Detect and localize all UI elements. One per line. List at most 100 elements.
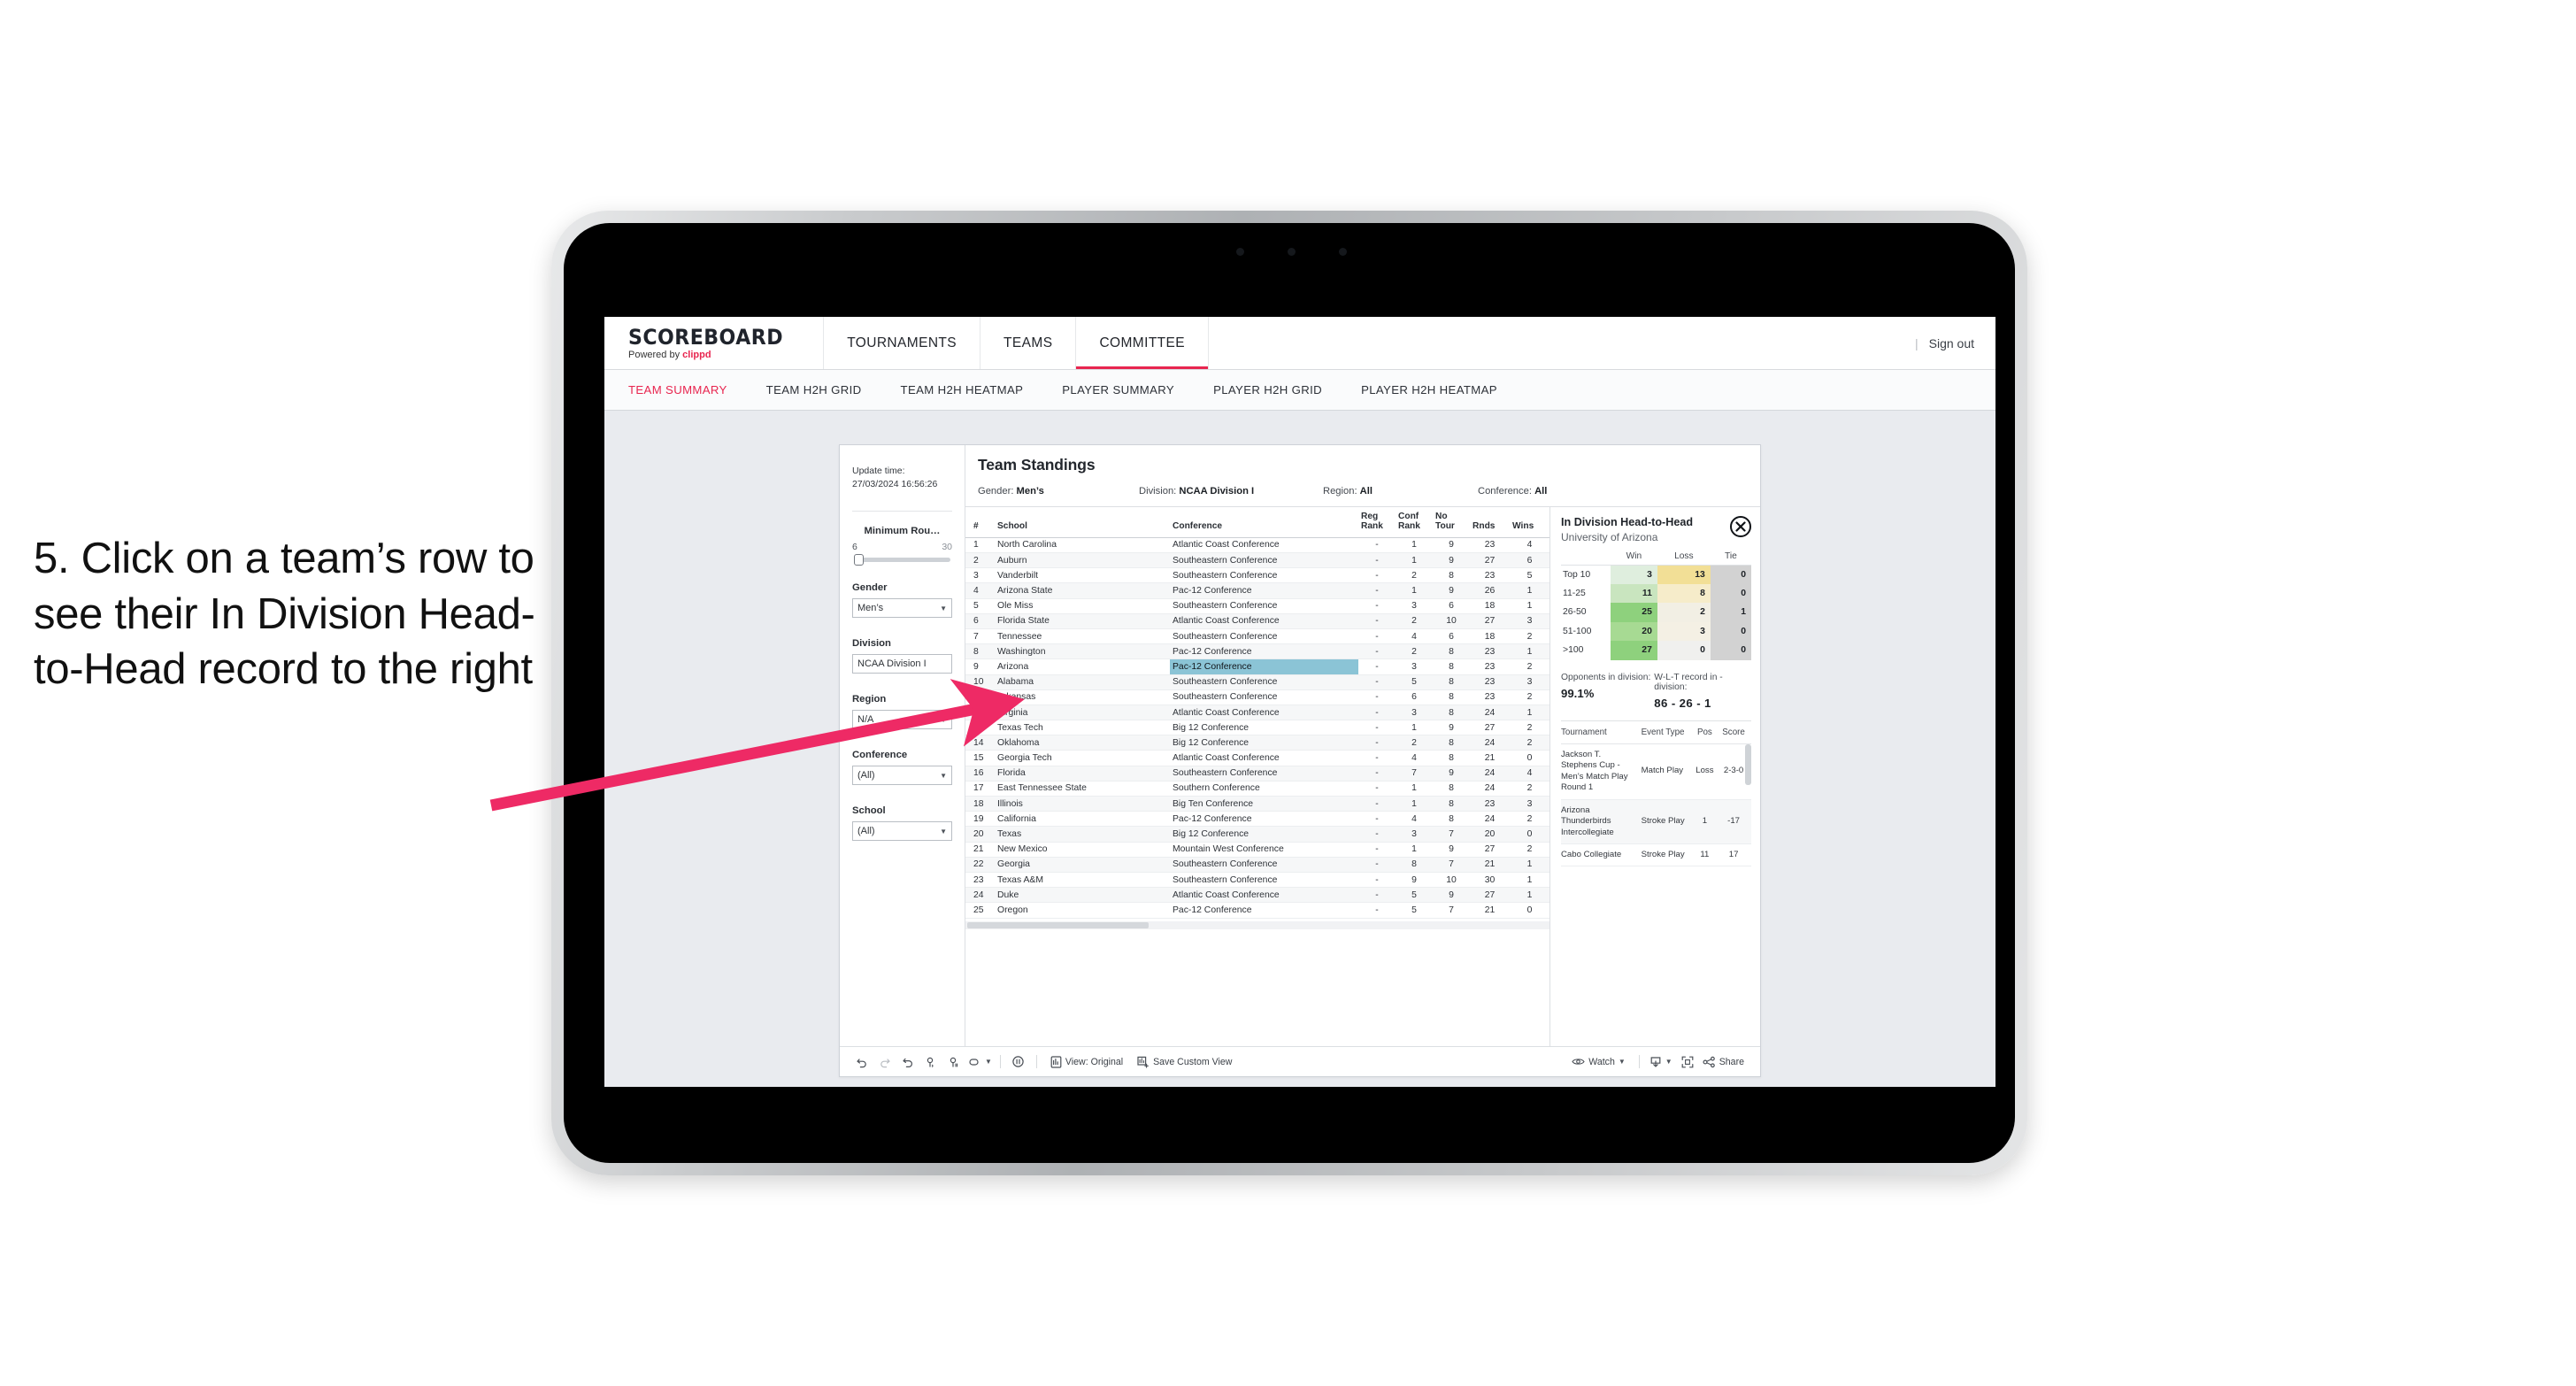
minimum-rounds-slider[interactable] [854, 554, 950, 566]
tournament-row[interactable]: Cabo Collegiate Stroke Play 11 17 [1561, 843, 1751, 867]
cell-school: Georgia Tech [995, 750, 1170, 766]
h2h-band-label: 11-25 [1561, 583, 1611, 604]
table-row[interactable]: 19 California Pac-12 Conference -4 8 24 2 [965, 811, 1549, 828]
table-row[interactable]: 7 Tennessee Southeastern Conference -4 6 18 2 [965, 628, 1549, 645]
table-row[interactable]: 20 Texas Big 12 Conference -3 7 20 0 [965, 826, 1549, 843]
share-button[interactable]: Share [1699, 1056, 1749, 1068]
horizontal-scrollbar[interactable] [965, 920, 1549, 929]
stat-opponents-in-division: Opponents in division: 99.1% [1561, 673, 1654, 710]
cell-rank: 11 [965, 689, 995, 705]
cell-wins: 5 [1510, 567, 1549, 584]
table-row[interactable]: 12 Virginia Atlantic Coast Conference -3 8 24… [965, 705, 1549, 721]
refresh-icon[interactable] [919, 1052, 942, 1072]
subtab-team-h2h-heatmap[interactable]: TEAM H2H HEATMAP [901, 383, 1043, 397]
table-row[interactable]: 25 Oregon Pac-12 Conference -5 7 21 0 [965, 902, 1549, 919]
table-row[interactable]: 23 Texas A&M Southeastern Conference -9 10 30… [965, 872, 1549, 889]
cell-rank: 4 [965, 582, 995, 599]
cell-school: Illinois [995, 796, 1170, 812]
stat-wlt-label: W-L-T record in -division: [1654, 672, 1723, 692]
camera-dot-3 [1339, 248, 1347, 256]
table-row[interactable]: 9 Arizona Pac-12 Conference -3 8 23 2 [965, 658, 1549, 675]
context-gender-key: Gender: [978, 486, 1017, 497]
undo-icon[interactable] [850, 1052, 873, 1072]
table-row[interactable]: 13 Texas Tech Big 12 Conference -1 9 27 2 [965, 720, 1549, 736]
table-row[interactable]: 22 Georgia Southeastern Conference -8 7 21 1 [965, 857, 1549, 873]
pause-auto-updates-icon[interactable] [1007, 1052, 1030, 1072]
table-row[interactable]: 14 Oklahoma Big 12 Conference -2 8 24 2 [965, 735, 1549, 751]
subtab-team-summary[interactable]: TEAM SUMMARY [628, 383, 747, 397]
table-row[interactable]: 6 Florida State Atlantic Coast Conference -… [965, 613, 1549, 629]
col-conf-rank[interactable]: Conf Rank [1396, 507, 1433, 538]
cell-wins: 0 [1510, 902, 1549, 919]
table-row[interactable]: 4 Arizona State Pac-12 Conference -1 9 26 1 [965, 582, 1549, 599]
table-row[interactable]: 18 Illinois Big Ten Conference -1 8 23 3 [965, 796, 1549, 812]
cell-rnds: 24 [1470, 811, 1510, 828]
view-original-button[interactable]: View: Original [1043, 1055, 1130, 1068]
watch-button[interactable]: Watch ▼ [1565, 1057, 1633, 1067]
slider-handle[interactable] [854, 554, 864, 566]
cell-school: Texas A&M [995, 872, 1170, 889]
context-gender: Gender: Men’s [978, 486, 1139, 497]
table-row[interactable]: 21 New Mexico Mountain West Conference -1 9 2… [965, 842, 1549, 858]
table-row[interactable]: 8 Washington Pac-12 Conference -2 8 23 1 [965, 643, 1549, 660]
save-custom-view-button[interactable]: Save Custom View [1130, 1056, 1239, 1068]
subtab-player-summary[interactable]: PLAYER SUMMARY [1062, 383, 1194, 397]
cell-conf-rank: 1 [1396, 781, 1433, 797]
scoreboard-logo[interactable]: SCOREBOARD Powered by clippd [604, 327, 823, 360]
cell-rank: 6 [965, 613, 995, 629]
col-conference[interactable]: Conference [1170, 507, 1358, 538]
sign-out-link[interactable]: Sign out [1929, 336, 1974, 350]
table-row[interactable]: 2 Auburn Southeastern Conference -1 9 27 6 [965, 552, 1549, 569]
nav-tab-tournaments[interactable]: TOURNAMENTS [823, 317, 980, 369]
table-row[interactable]: 24 Duke Atlantic Coast Conference -5 9 27 1 [965, 887, 1549, 904]
cell-reg-rank: - [1358, 872, 1396, 889]
cell-rank: 2 [965, 552, 995, 569]
pause-icon[interactable] [942, 1052, 965, 1072]
vertical-scrollbar[interactable] [1745, 743, 1751, 785]
h2h-loss-cell: 0 [1657, 641, 1711, 660]
h2h-col-loss: Loss [1657, 551, 1711, 566]
nav-tab-teams[interactable]: TEAMS [980, 317, 1075, 369]
nav-tab-committee[interactable]: COMMITTEE [1075, 317, 1210, 369]
cell-conf-rank: 4 [1396, 811, 1433, 828]
scrollbar-thumb[interactable] [967, 921, 1149, 928]
h2h-heatmap-head: Win Loss Tie [1561, 551, 1751, 566]
cell-conf-rank: 8 [1396, 857, 1433, 873]
col-rank[interactable]: # [965, 507, 995, 538]
col-wins[interactable]: Wins [1510, 507, 1549, 538]
table-row[interactable]: 15 Georgia Tech Atlantic Coast Conference -… [965, 750, 1549, 766]
subtab-player-h2h-grid[interactable]: PLAYER H2H GRID [1213, 383, 1342, 397]
table-row[interactable]: 11 Arkansas Southeastern Conference -6 8 23 2 [965, 689, 1549, 705]
close-icon[interactable] [1730, 516, 1751, 537]
tournament-row[interactable]: Arizona Thunderbirds Intercollegiate Stro… [1561, 799, 1751, 845]
table-row[interactable]: 3 Vanderbilt Southeastern Conference -2 8 23 5 [965, 567, 1549, 584]
h2h-header: In Division Head-to-Head University of A… [1561, 516, 1751, 543]
school-dropdown[interactable]: (All) ▼ [852, 821, 952, 842]
download-button[interactable]: ▼ [1646, 1056, 1676, 1068]
col-school[interactable]: School [995, 507, 1170, 538]
col-rnds[interactable]: Rnds [1470, 507, 1510, 538]
table-row[interactable]: 17 East Tennessee State Southern Conferenc… [965, 781, 1549, 797]
table-row[interactable]: 16 Florida Southeastern Conference -7 9 24 4 [965, 766, 1549, 782]
region-dropdown[interactable]: N/A ▼ [852, 710, 952, 730]
tournament-row[interactable]: Jackson T. Stephens Cup - Men’s Match Pl… [1561, 743, 1751, 800]
logo-tagline-prefix: Powered by [628, 349, 683, 360]
highlight-dropdown[interactable]: ▼ [965, 1057, 994, 1067]
redo-icon[interactable] [873, 1052, 896, 1072]
subtab-team-h2h-grid[interactable]: TEAM H2H GRID [766, 383, 881, 397]
table-row[interactable]: 10 Alabama Southeastern Conference -5 8 23 3 [965, 674, 1549, 690]
fullscreen-icon[interactable] [1676, 1052, 1699, 1072]
gender-dropdown[interactable]: Men’s ▼ [852, 598, 952, 619]
col-reg-rank[interactable]: Reg Rank [1358, 507, 1396, 538]
cell-no-tour: 10 [1433, 613, 1470, 629]
tournament-pos-cell: Loss [1693, 743, 1720, 800]
subtab-player-h2h-heatmap[interactable]: PLAYER H2H HEATMAP [1361, 383, 1517, 397]
cell-conference: Big Ten Conference [1170, 796, 1358, 812]
division-dropdown[interactable]: NCAA Division I [852, 654, 952, 674]
table-row[interactable]: 1 North Carolina Atlantic Coast Conference… [965, 537, 1549, 554]
col-no-tour[interactable]: No Tour [1433, 507, 1470, 538]
cell-rnds: 18 [1470, 628, 1510, 645]
table-row[interactable]: 5 Ole Miss Southeastern Conference -3 6 18 1 [965, 598, 1549, 614]
revert-icon[interactable] [896, 1052, 919, 1072]
conference-dropdown[interactable]: (All) ▼ [852, 766, 952, 786]
